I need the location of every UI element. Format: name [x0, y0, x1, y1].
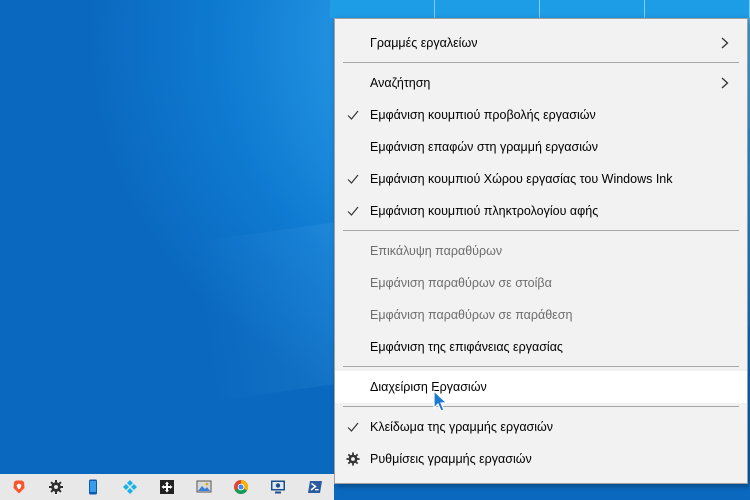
taskbar-button-remote-desktop[interactable] — [259, 474, 296, 500]
menu-item-show-windows-stacked: Εμφάνιση παραθύρων σε στοίβα — [335, 267, 747, 299]
chevron-right-icon — [721, 77, 729, 89]
menu-item-label: Εμφάνιση επαφών στη γραμμή εργασιών — [370, 140, 599, 154]
menu-item-label: Κλείδωμα της γραμμής εργασιών — [370, 420, 554, 434]
menu-separator — [343, 366, 739, 367]
settings-gear-icon — [48, 480, 63, 494]
menu-item-label: Εμφάνιση παραθύρων σε παράθεση — [370, 308, 573, 322]
window-strip-segment — [540, 0, 645, 18]
taskbar-button-chrome[interactable] — [222, 474, 259, 500]
menu-item-label: Εμφάνιση παραθύρων σε στοίβα — [370, 276, 552, 290]
menu-item-label: Εμφάνιση κουμπιού προβολής εργασιών — [370, 108, 596, 122]
menu-item-label: Διαχείριση Εργασιών — [370, 380, 487, 394]
checkmark-icon — [347, 206, 359, 216]
menu-item-label: Εμφάνιση κουμπιού Χώρου εργασίας του Win… — [370, 172, 673, 186]
menu-item-show-windows-ink-button[interactable]: Εμφάνιση κουμπιού Χώρου εργασίας του Win… — [335, 163, 747, 195]
taskbar-button-settings[interactable] — [37, 474, 74, 500]
menu-item-label: Εμφάνιση κουμπιού πληκτρολογίου αφής — [370, 204, 599, 218]
menu-item-label: Γραμμές εργαλείων — [370, 36, 478, 50]
menu-item-task-manager[interactable]: Διαχείριση Εργασιών — [335, 371, 747, 403]
checkmark-icon — [347, 110, 359, 120]
window-strip-segment — [645, 0, 750, 18]
checkmark-icon — [347, 174, 359, 184]
menu-item-show-task-view-button[interactable]: Εμφάνιση κουμπιού προβολής εργασιών — [335, 99, 747, 131]
taskbar-button-kodi[interactable] — [111, 474, 148, 500]
phone-app-icon — [88, 479, 97, 495]
menu-item-lock-taskbar[interactable]: Κλείδωμα της γραμμής εργασιών — [335, 411, 747, 443]
kodi-icon — [122, 480, 137, 494]
taskbar — [0, 474, 334, 500]
menu-item-label: Επικάλυψη παραθύρων — [370, 244, 503, 258]
menu-item-search[interactable]: Αναζήτηση — [335, 67, 747, 99]
desktop-background: Γραμμές εργαλείων Αναζήτηση Εμφάνιση κου… — [0, 0, 750, 500]
taskbar-button-image-viewer[interactable] — [185, 474, 222, 500]
remote-desktop-icon — [270, 480, 285, 494]
taskbar-button-move-tool[interactable] — [148, 474, 185, 500]
window-strip-segment — [435, 0, 540, 18]
menu-item-show-touch-keyboard-button[interactable]: Εμφάνιση κουμπιού πληκτρολογίου αφής — [335, 195, 747, 227]
menu-item-label: Ρυθμίσεις γραμμής εργασιών — [370, 452, 532, 466]
image-viewer-icon — [196, 480, 211, 493]
menu-item-label: Αναζήτηση — [370, 76, 431, 90]
chevron-right-icon — [721, 37, 729, 49]
menu-item-cascade-windows: Επικάλυψη παραθύρων — [335, 235, 747, 267]
chrome-icon — [233, 480, 248, 494]
window-strip — [330, 0, 750, 18]
taskbar-button-brave[interactable] — [0, 474, 37, 500]
menu-item-label: Εμφάνιση της επιφάνειας εργασίας — [370, 340, 563, 354]
menu-item-toolbars[interactable]: Γραμμές εργαλείων — [335, 27, 747, 59]
powershell-icon — [307, 481, 322, 493]
menu-separator — [343, 230, 739, 231]
window-strip-segment — [330, 0, 435, 18]
menu-item-show-windows-side-by-side: Εμφάνιση παραθύρων σε παράθεση — [335, 299, 747, 331]
gear-icon — [346, 452, 360, 466]
checkmark-icon — [347, 422, 359, 432]
menu-item-show-desktop[interactable]: Εμφάνιση της επιφάνειας εργασίας — [335, 331, 747, 363]
menu-separator — [343, 406, 739, 407]
taskbar-button-phone-app[interactable] — [74, 474, 111, 500]
taskbar-context-menu: Γραμμές εργαλείων Αναζήτηση Εμφάνιση κου… — [334, 18, 748, 484]
taskbar-button-powershell[interactable] — [296, 474, 333, 500]
brave-browser-icon — [13, 480, 24, 494]
menu-item-show-people[interactable]: Εμφάνιση επαφών στη γραμμή εργασιών — [335, 131, 747, 163]
menu-item-taskbar-settings[interactable]: Ρυθμίσεις γραμμής εργασιών — [335, 443, 747, 475]
menu-separator — [343, 62, 739, 63]
move-tool-icon — [159, 480, 174, 494]
